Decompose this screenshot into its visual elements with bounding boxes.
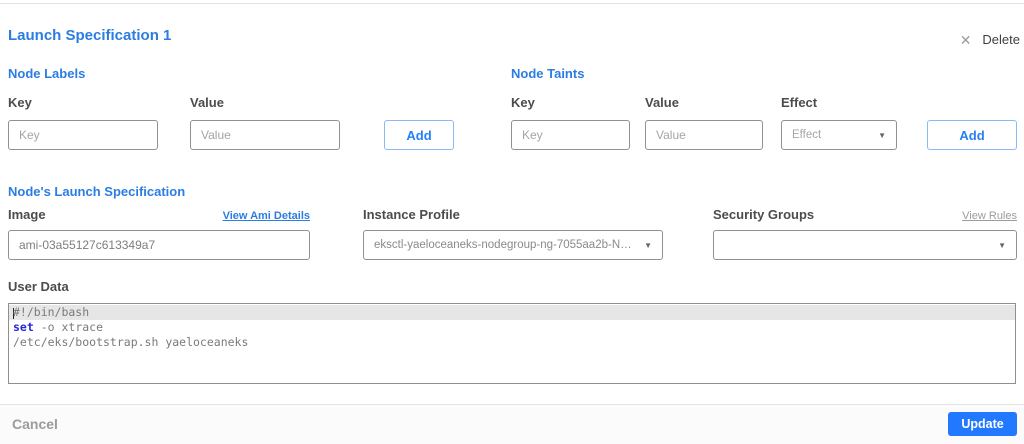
instance-profile-value: eksctl-yaeloceaneks-nodegroup-ng-7055aa2… (374, 239, 636, 251)
node-labels-add-button[interactable]: Add (384, 120, 454, 150)
view-ami-details-link[interactable]: View Ami Details (223, 210, 310, 222)
close-icon: ✕ (959, 31, 972, 48)
chevron-down-icon: ▼ (644, 240, 652, 250)
node-labels-key-label: Key (8, 95, 32, 110)
node-labels-value-label: Value (190, 95, 224, 110)
code-line-1: #!/bin/bash (9, 305, 1015, 320)
chevron-down-icon: ▼ (878, 130, 886, 140)
page-title: Launch Specification 1 (8, 27, 172, 44)
node-taints-effect-select[interactable]: Effect ▼ (781, 120, 897, 150)
image-input[interactable] (8, 230, 310, 260)
node-taints-effect-label: Effect (781, 95, 818, 110)
launch-spec-heading: Node's Launch Specification (8, 184, 186, 199)
update-button[interactable]: Update (948, 412, 1017, 436)
user-data-editor[interactable]: #!/bin/bash set -o xtrace /etc/eks/boots… (8, 303, 1016, 384)
user-data-label: User Data (8, 279, 69, 294)
node-taints-key-input[interactable] (511, 120, 630, 150)
node-taints-key-label: Key (511, 95, 535, 110)
image-field-header: Image View Ami Details (8, 207, 310, 222)
node-taints-heading: Node Taints (511, 66, 585, 81)
node-taints-add-button[interactable]: Add (927, 120, 1017, 150)
code-line-3: /etc/eks/bootstrap.sh yaeloceaneks (13, 335, 249, 349)
node-labels-key-input[interactable] (8, 120, 158, 150)
security-groups-label: Security Groups (713, 207, 815, 222)
instance-profile-label: Instance Profile (363, 207, 460, 222)
node-labels-heading: Node Labels (8, 66, 86, 81)
code-keyword: set (13, 320, 34, 334)
image-label: Image (8, 207, 46, 222)
instance-profile-select[interactable]: eksctl-yaeloceaneks-nodegroup-ng-7055aa2… (363, 230, 663, 260)
top-divider (0, 3, 1024, 4)
security-groups-select[interactable]: ▼ (713, 230, 1017, 260)
security-groups-field-header: Security Groups View Rules (713, 207, 1017, 222)
view-rules-link[interactable]: View Rules (962, 210, 1017, 222)
delete-label: Delete (982, 32, 1020, 47)
effect-select-placeholder: Effect (792, 129, 822, 141)
launch-specification-form: Launch Specification 1 ✕ Delete Node Lab… (0, 0, 1024, 444)
footer-bar (0, 404, 1024, 444)
node-taints-value-input[interactable] (645, 120, 763, 150)
code-line-2: set -o xtrace (13, 320, 104, 334)
delete-button[interactable]: ✕ Delete (960, 32, 1020, 47)
chevron-down-icon: ▼ (998, 240, 1006, 250)
cancel-button[interactable]: Cancel (12, 416, 58, 432)
node-labels-value-input[interactable] (190, 120, 340, 150)
node-taints-value-label: Value (645, 95, 679, 110)
